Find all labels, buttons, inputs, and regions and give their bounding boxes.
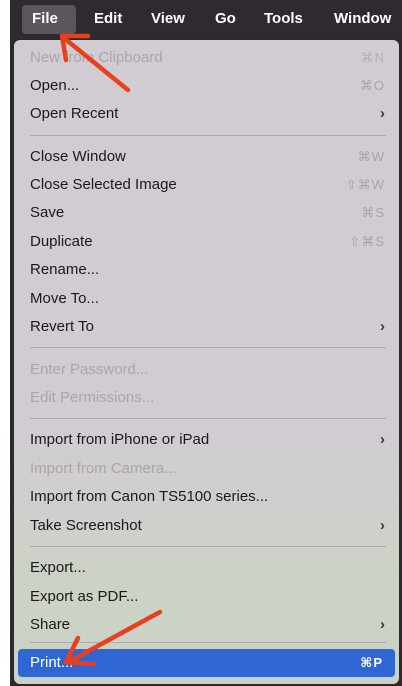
menu-item-revert-to[interactable]: Revert To ›: [14, 315, 399, 339]
menu-separator: [30, 546, 386, 547]
chevron-right-icon: ›: [380, 517, 385, 534]
menu-window[interactable]: Window: [334, 10, 391, 28]
chevron-right-icon: ›: [380, 105, 385, 122]
menu-item-label: Take Screenshot: [30, 517, 142, 534]
menu-item-label: Duplicate: [30, 233, 93, 250]
menu-item-shortcut: ⌘O: [359, 78, 385, 93]
menu-item-duplicate[interactable]: Duplicate ⇧⌘S: [14, 230, 399, 254]
chevron-right-icon: ›: [380, 318, 385, 335]
chevron-right-icon: ›: [380, 616, 385, 633]
menu-item-label: Save: [30, 204, 65, 221]
menu-item-edit-permissions[interactable]: Edit Permissions...: [14, 386, 399, 410]
menu-item-import-canon[interactable]: Import from Canon TS5100 series...: [14, 485, 399, 509]
menu-item-label: Close Window: [30, 148, 126, 165]
menu-item-import-camera[interactable]: Import from Camera...: [14, 457, 399, 481]
menu-bar: File Edit View Go Tools Window: [10, 0, 402, 38]
menu-item-label: Import from Canon TS5100 series...: [30, 488, 269, 505]
menu-item-label: Revert To: [30, 318, 94, 335]
menu-item-label: Open Recent: [30, 105, 119, 122]
menu-item-label: Edit Permissions...: [30, 389, 155, 406]
menu-item-label: Share: [30, 616, 71, 633]
menu-separator: [30, 642, 386, 643]
menu-item-shortcut: ⌘N: [360, 50, 385, 65]
menu-item-open-recent[interactable]: Open Recent ›: [14, 102, 399, 126]
menu-separator: [30, 135, 386, 136]
menu-item-shortcut: ⇧⌘W: [345, 177, 385, 192]
menu-tools[interactable]: Tools: [264, 10, 303, 28]
menu-item-open[interactable]: Open... ⌘O: [14, 74, 399, 98]
menu-item-close-window[interactable]: Close Window ⌘W: [14, 145, 399, 169]
menu-separator: [30, 418, 386, 419]
menu-item-label: Export as PDF...: [30, 588, 139, 605]
chevron-right-icon: ›: [380, 431, 385, 448]
menu-view[interactable]: View: [151, 10, 185, 28]
menu-item-label: Move To...: [30, 290, 99, 307]
menu-item-shortcut: ⌘W: [357, 149, 385, 164]
menu-item-label: Import from Camera...: [30, 460, 177, 477]
menu-item-label: Rename...: [30, 261, 100, 278]
menu-item-shortcut: ⌘P: [360, 655, 383, 670]
menu-item-label: Open...: [30, 77, 80, 94]
file-menu-dropdown: New from Clipboard ⌘N Open... ⌘O Open Re…: [14, 40, 399, 684]
menu-item-print[interactable]: Print... ⌘P: [18, 649, 395, 677]
menu-item-enter-password[interactable]: Enter Password...: [14, 358, 399, 382]
menu-item-export-pdf[interactable]: Export as PDF...: [14, 585, 399, 609]
menu-item-shortcut: ⇧⌘S: [349, 234, 385, 249]
menu-file[interactable]: File: [32, 10, 58, 28]
menu-item-label: Close Selected Image: [30, 176, 177, 193]
menu-item-label: Export...: [30, 559, 86, 576]
menu-item-rename[interactable]: Rename...: [14, 258, 399, 282]
menu-item-import-iphone-ipad[interactable]: Import from iPhone or iPad ›: [14, 428, 399, 452]
menu-edit[interactable]: Edit: [94, 10, 122, 28]
menu-item-close-selected-image[interactable]: Close Selected Image ⇧⌘W: [14, 173, 399, 197]
menu-item-label: Enter Password...: [30, 361, 149, 378]
menu-item-save[interactable]: Save ⌘S: [14, 201, 399, 225]
menu-item-export[interactable]: Export...: [14, 556, 399, 580]
menu-item-take-screenshot[interactable]: Take Screenshot ›: [14, 514, 399, 538]
menu-item-move-to[interactable]: Move To...: [14, 287, 399, 311]
menu-item-new-from-clipboard[interactable]: New from Clipboard ⌘N: [14, 46, 399, 70]
menu-item-label: Import from iPhone or iPad: [30, 431, 210, 448]
menu-item-share[interactable]: Share ›: [14, 613, 399, 637]
menu-item-label: Print...: [30, 654, 74, 671]
menu-go[interactable]: Go: [215, 10, 236, 28]
menu-item-shortcut: ⌘S: [361, 205, 385, 220]
menu-separator: [30, 347, 386, 348]
menu-item-label: New from Clipboard: [30, 49, 163, 66]
